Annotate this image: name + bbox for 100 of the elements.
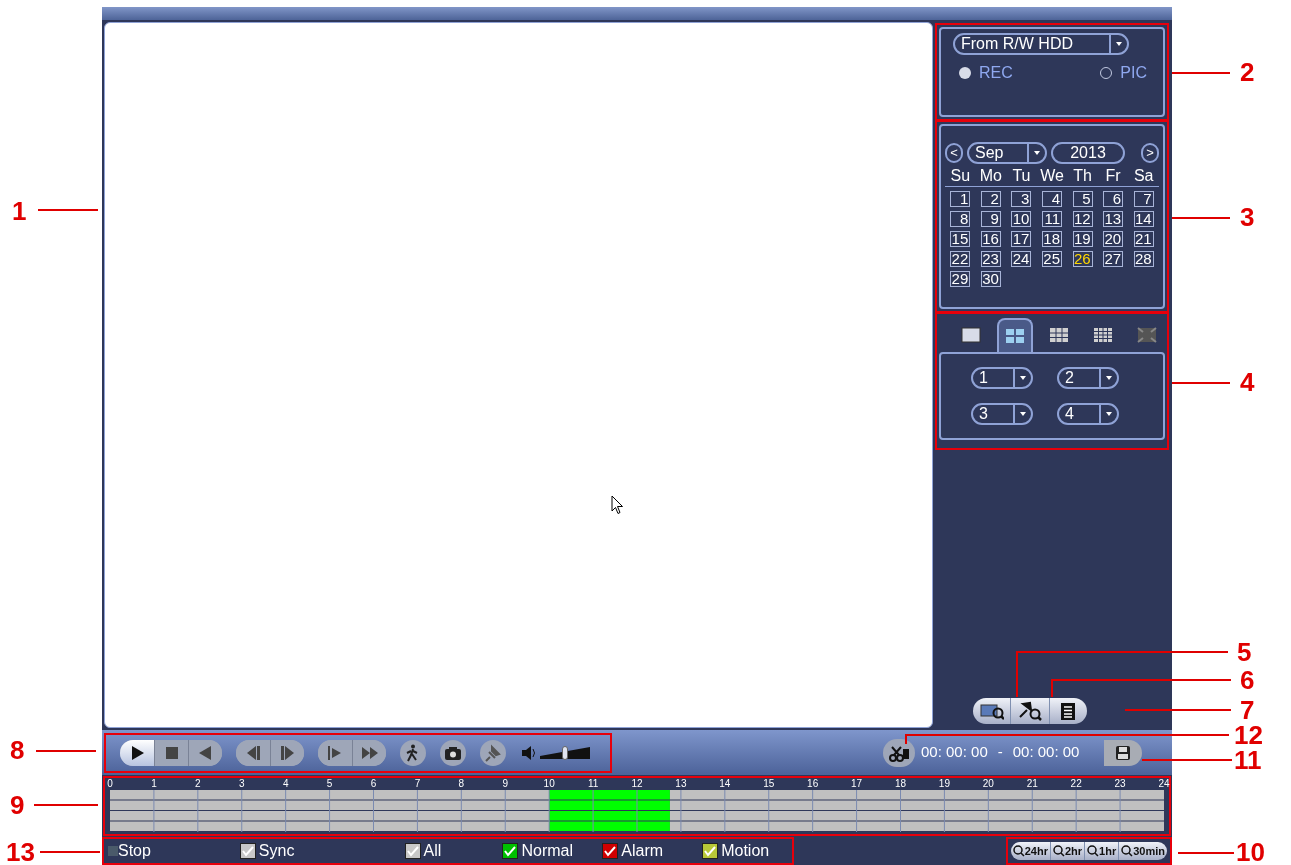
weekday-label: Fr	[1104, 166, 1122, 186]
calendar-day[interactable]: 29	[950, 271, 971, 287]
save-button[interactable]	[1104, 739, 1142, 766]
checkbox[interactable]	[602, 843, 619, 859]
filter-checkbox[interactable]: Normal	[502, 839, 603, 863]
round-button[interactable]	[400, 739, 426, 766]
timeline-bar[interactable]	[110, 821, 550, 831]
checkbox[interactable]	[404, 843, 421, 859]
pin-search-icon	[1018, 700, 1042, 722]
calendar-day[interactable]: 16	[980, 231, 1001, 247]
callout-number: 10	[1236, 837, 1265, 865]
calendar-day[interactable]: 8	[950, 211, 971, 227]
timeline-bar[interactable]	[669, 821, 1164, 831]
playback-button[interactable]	[120, 739, 154, 766]
calendar-day[interactable]: 13	[1103, 211, 1124, 227]
month-dropdown[interactable]: Sep	[967, 142, 1047, 164]
timeline-bar[interactable]	[669, 811, 1164, 821]
callout-number: 9	[10, 790, 25, 820]
calendar-day[interactable]: 3	[1011, 191, 1032, 207]
calendar-day[interactable]: 12	[1072, 211, 1093, 227]
volume-slider[interactable]	[540, 744, 590, 761]
radio-option[interactable]: REC	[959, 61, 1013, 85]
callout-number: 3	[1240, 202, 1255, 232]
hour-label: 2	[195, 778, 201, 789]
calendar-day[interactable]: 19	[1072, 231, 1093, 247]
clip-button[interactable]	[883, 738, 915, 767]
calendar-day[interactable]: 18	[1042, 231, 1062, 247]
calendar-day[interactable]: 21	[1133, 231, 1154, 247]
calendar-day[interactable]: 28	[1133, 251, 1154, 267]
calendar-day[interactable]: 26	[1072, 251, 1093, 267]
timeline-bar[interactable]	[549, 790, 670, 800]
zoom-button[interactable]: 24hr	[1010, 842, 1050, 860]
channel-dropdown[interactable]: 4	[1057, 403, 1119, 425]
filter-checkbox[interactable]: Sync	[239, 839, 405, 863]
channel-dropdown[interactable]: 2	[1057, 367, 1119, 389]
calendar-day[interactable]: 11	[1042, 211, 1062, 227]
checkbox[interactable]	[502, 843, 519, 859]
calendar-day[interactable]: 20	[1103, 231, 1124, 247]
channel-dropdown[interactable]: 3	[971, 403, 1033, 425]
hour-label: 4	[282, 778, 289, 789]
zoom-icon	[1012, 845, 1025, 857]
zoom-icon	[1052, 845, 1065, 857]
calendar-day[interactable]: 17	[1011, 231, 1032, 247]
year-field[interactable]: 2013	[1051, 142, 1125, 164]
next-month-button[interactable]: >	[1141, 143, 1159, 163]
calendar-day[interactable]: 7	[1133, 191, 1154, 207]
calendar-day[interactable]: 5	[1072, 191, 1093, 207]
checkbox[interactable]	[239, 843, 256, 859]
channel-dropdown[interactable]: 1	[971, 367, 1033, 389]
calendar-day[interactable]: 10	[1011, 211, 1032, 227]
speaker-icon	[520, 743, 538, 762]
hour-label: 5	[326, 778, 333, 789]
zoom-button[interactable]: 2hr	[1049, 842, 1085, 860]
hour-label: 6	[370, 778, 377, 789]
callout-number: 8	[10, 735, 25, 765]
filter-checkbox[interactable]: Motion	[702, 839, 793, 863]
timeline-bar[interactable]	[669, 800, 1164, 810]
calendar-day[interactable]: 24	[1011, 251, 1032, 267]
round-button[interactable]	[440, 739, 466, 766]
calendar-day[interactable]: 6	[1103, 191, 1124, 207]
timeline-bar[interactable]	[669, 790, 1164, 800]
source-dropdown[interactable]: From R/W HDD	[953, 33, 1129, 55]
checkbox[interactable]	[702, 843, 719, 859]
weekday-label: Sa	[1132, 166, 1155, 186]
hour-label: 21	[1026, 778, 1038, 789]
timeline-bar[interactable]	[110, 790, 550, 800]
check-icon	[240, 844, 255, 858]
timeline-bar[interactable]	[549, 821, 670, 831]
hour-label: 13	[675, 778, 687, 789]
cursor-icon	[611, 495, 624, 515]
filter-checkbox[interactable]: All	[404, 839, 503, 863]
calendar-day[interactable]: 1	[950, 191, 971, 207]
hour-label: 15	[763, 778, 775, 789]
calendar-day[interactable]: 23	[980, 251, 1001, 267]
calendar-day[interactable]: 14	[1133, 211, 1154, 227]
timeline-bar[interactable]	[110, 811, 550, 821]
previous-month-button[interactable]: <	[945, 143, 963, 163]
weekday-label: Mo	[978, 166, 1003, 186]
timeline-bar[interactable]	[110, 800, 550, 810]
slider-thumb[interactable]	[562, 745, 568, 760]
calendar-day[interactable]: 4	[1042, 191, 1062, 207]
zoom-button[interactable]: 1hr	[1084, 842, 1119, 860]
calendar-day[interactable]: 22	[950, 251, 971, 267]
timeline-bar[interactable]	[549, 811, 670, 821]
zoom-button[interactable]: 30min	[1118, 842, 1167, 860]
calendar-day[interactable]: 25	[1042, 251, 1062, 267]
radio-option[interactable]: PIC	[1100, 61, 1147, 85]
hour-label: 20	[982, 778, 994, 789]
calendar-day[interactable]: 30	[980, 271, 1001, 287]
timeline-bar[interactable]	[549, 800, 670, 810]
hour-label: 16	[807, 778, 819, 789]
filter-checkbox[interactable]: Alarm	[602, 839, 703, 863]
time-separator: -	[997, 742, 1003, 763]
split-tab[interactable]	[997, 318, 1033, 352]
grid-icon	[960, 324, 982, 346]
calendar-day[interactable]: 15	[950, 231, 971, 247]
hour-label: 14	[719, 778, 731, 789]
calendar-day[interactable]: 9	[980, 211, 1001, 227]
calendar-day[interactable]: 27	[1103, 251, 1124, 267]
calendar-day[interactable]: 2	[980, 191, 1001, 207]
